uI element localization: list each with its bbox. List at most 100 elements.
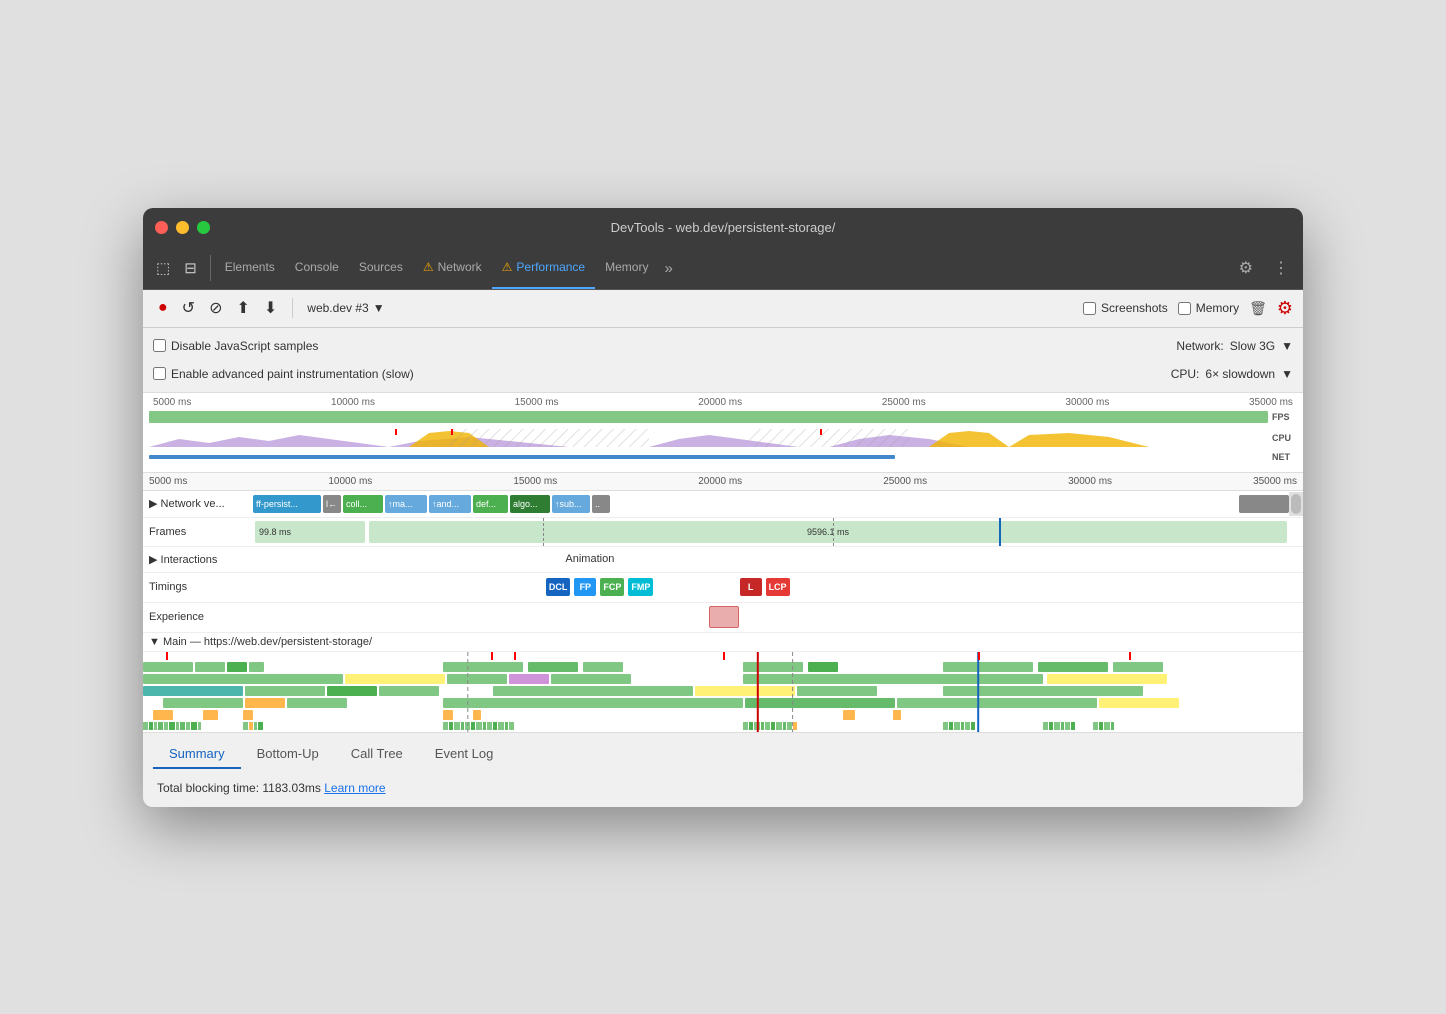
performance-warning-icon: ⚠ (502, 260, 513, 274)
maximize-button[interactable] (197, 221, 210, 234)
timings-label: Timings (143, 581, 253, 593)
clear-button[interactable]: ⊘ (204, 295, 227, 321)
network-scroll-thumb[interactable] (1291, 494, 1301, 514)
settings-button[interactable]: ⚙ (1233, 254, 1259, 282)
tab-elements[interactable]: Elements (215, 247, 285, 289)
main-red-tick-6 (1129, 652, 1131, 660)
options-left-2: Enable advanced paint instrumentation (s… (153, 367, 414, 381)
upload-button[interactable]: ⬆ (231, 295, 254, 321)
ruler-35000: 35000 ms (1249, 397, 1293, 408)
ruler-25000: 25000 ms (882, 397, 926, 408)
interactions-content: Animation (253, 553, 1289, 565)
device-toggle-button[interactable]: ⊟ (179, 255, 202, 281)
disable-js-checkbox[interactable] (153, 339, 166, 352)
advanced-paint-checkbox[interactable] (153, 367, 166, 380)
main-ruler-5000: 5000 ms (149, 476, 187, 487)
flame-chart-svg (143, 652, 1303, 732)
reload-button[interactable]: ↺ (177, 295, 200, 321)
options-bar: Disable JavaScript samples Network: Slow… (143, 328, 1303, 393)
tab-sources[interactable]: Sources (349, 247, 413, 289)
net-label: NET (1272, 452, 1297, 462)
badge-fmp: FMP (628, 578, 653, 596)
more-options-button[interactable]: ⋮ (1267, 254, 1295, 282)
red-tick-3 (820, 429, 822, 435)
advanced-paint-label[interactable]: Enable advanced paint instrumentation (s… (153, 367, 414, 381)
memory-checkbox[interactable] (1178, 302, 1191, 315)
tab-memory[interactable]: Memory (595, 247, 658, 289)
badge-fp: FP (574, 578, 596, 596)
chip-ff-persist: ff-persist... (253, 495, 321, 513)
tab-console[interactable]: Console (285, 247, 349, 289)
title-bar: DevTools - web.dev/persistent-storage/ (143, 208, 1303, 248)
close-button[interactable] (155, 221, 168, 234)
network-scrollbar[interactable] (1289, 492, 1303, 516)
tab-event-log[interactable]: Event Log (419, 740, 510, 769)
cpu-area (149, 429, 1268, 447)
timeline-overview[interactable]: 5000 ms 10000 ms 15000 ms 20000 ms 25000… (143, 393, 1303, 473)
chip-coll: coll... (343, 495, 383, 513)
experience-label: Experience (143, 611, 253, 623)
download-button[interactable]: ⬇ (259, 295, 282, 321)
more-tabs-button[interactable]: » (658, 256, 678, 281)
inspect-icon-button[interactable]: ⬚ (151, 255, 175, 281)
dropdown-icon: ▼ (373, 301, 385, 315)
timings-content: DCL FP FCP FMP L LCP (253, 578, 1289, 596)
red-tick-2 (451, 429, 453, 435)
trash-button[interactable]: 🗑 (1249, 300, 1267, 317)
record-button[interactable]: ● (153, 296, 173, 320)
tab-bar: ⬚ ⊟ Elements Console Sources ⚠ Network ⚠… (143, 248, 1303, 290)
toolbar: ● ↺ ⊘ ⬆ ⬇ web.dev #3 ▼ Screenshots Memor… (143, 290, 1303, 328)
chip-sub: ↑sub... (552, 495, 590, 513)
main-thread-row: ▼ Main — https://web.dev/persistent-stor… (143, 633, 1303, 733)
chip-dots: .. (592, 495, 610, 513)
options-row-2: Enable advanced paint instrumentation (s… (153, 360, 1293, 388)
options-left-1: Disable JavaScript samples (153, 339, 318, 353)
frame-block-1: 99.8 ms (255, 521, 365, 543)
network-warning-icon: ⚠ (423, 260, 434, 274)
network-dropdown-icon[interactable]: ▼ (1281, 339, 1293, 353)
chip-and: ↑and... (429, 495, 471, 513)
tab-performance[interactable]: ⚠ Performance (492, 247, 595, 289)
minimize-button[interactable] (176, 221, 189, 234)
fps-bar (149, 411, 1268, 423)
tab-summary[interactable]: Summary (153, 740, 241, 769)
fps-overview-container: FPS (143, 408, 1303, 426)
main-ruler-30000: 30000 ms (1068, 476, 1112, 487)
tab-network[interactable]: ⚠ Network (413, 247, 492, 289)
main-thread-label: ▼ Main — https://web.dev/persistent-stor… (143, 633, 1303, 652)
screenshots-checkbox-label[interactable]: Screenshots (1083, 301, 1168, 315)
badge-fcp: FCP (600, 578, 624, 596)
fps-label: FPS (1272, 412, 1297, 422)
ruler-5000: 5000 ms (153, 397, 191, 408)
flame-chart-area[interactable] (143, 652, 1303, 732)
interactions-label: ▶ Interactions (143, 553, 253, 566)
timings-row: Timings DCL FP FCP FMP L LCP (143, 573, 1303, 603)
cpu-overview-container: CPU (143, 426, 1303, 450)
overview-ruler: 5000 ms 10000 ms 15000 ms 20000 ms 25000… (143, 393, 1303, 408)
network-chips-area: ff-persist... l← coll... ↑ma... ↑and... … (253, 491, 1289, 517)
chip-l: l← (323, 495, 341, 513)
tab-bar-icons: ⬚ ⊟ (151, 255, 211, 281)
learn-more-link[interactable]: Learn more (324, 781, 385, 795)
badge-dcl: DCL (546, 578, 571, 596)
net-bar (149, 455, 895, 459)
main-ruler-35000: 35000 ms (1253, 476, 1297, 487)
frames-content: 99.8 ms 9596.1 ms (253, 518, 1289, 546)
tab-call-tree[interactable]: Call Tree (335, 740, 419, 769)
main-ruler-25000: 25000 ms (883, 476, 927, 487)
disable-js-label[interactable]: Disable JavaScript samples (153, 339, 318, 353)
toolbar-divider (292, 298, 293, 318)
main-ruler: 5000 ms 10000 ms 15000 ms 20000 ms 25000… (143, 473, 1303, 491)
devtools-window: DevTools - web.dev/persistent-storage/ ⬚… (143, 208, 1303, 807)
cpu-label: CPU (1272, 433, 1297, 443)
cpu-dropdown-icon[interactable]: ▼ (1281, 367, 1293, 381)
timing-group-1: DCL FP FCP FMP (545, 578, 655, 596)
screenshots-checkbox[interactable] (1083, 302, 1096, 315)
net-overview-container: NET (143, 450, 1303, 464)
tab-bottom-up[interactable]: Bottom-Up (241, 740, 335, 769)
profile-selector[interactable]: web.dev #3 ▼ (303, 299, 388, 317)
memory-checkbox-label[interactable]: Memory (1178, 301, 1239, 315)
bottom-info: Total blocking time: 1183.03ms Learn mor… (143, 769, 1303, 807)
network-row-label: ▶ Network ve... (143, 497, 253, 510)
performance-settings-icon[interactable]: ⚙ (1277, 298, 1293, 319)
